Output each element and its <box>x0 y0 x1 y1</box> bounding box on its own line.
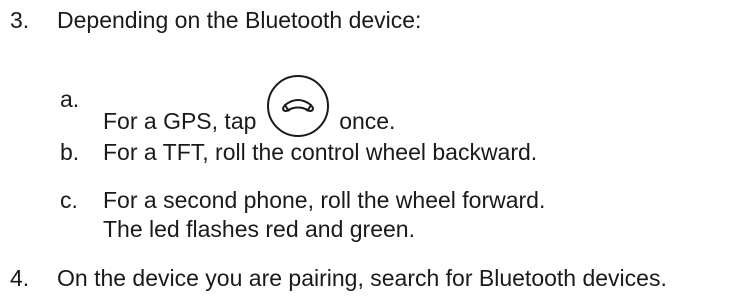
step-4: 4. On the device you are pairing, search… <box>0 264 752 294</box>
substep-text-after: once. <box>339 108 396 134</box>
step-number: 4. <box>10 265 30 291</box>
substep-letter: b. <box>60 139 80 165</box>
substep-text: For a second phone, roll the wheel forwa… <box>103 187 546 213</box>
substep-letter: a. <box>60 86 80 112</box>
substep-c: c. For a second phone, roll the wheel fo… <box>0 186 752 246</box>
step-text: On the device you are pairing, search fo… <box>57 265 667 291</box>
step-number: 3. <box>10 7 30 33</box>
substep-b: b. For a TFT, roll the control wheel bac… <box>0 138 752 168</box>
substep-a: a. For a GPS, tap once. <box>0 75 752 145</box>
substep-text-before: For a GPS, tap <box>103 108 257 134</box>
step-text: Depending on the Bluetooth device: <box>57 7 422 33</box>
substep-letter: c. <box>60 187 78 213</box>
substep-note: The led flashes red and green. <box>103 216 415 242</box>
substep-text: For a TFT, roll the control wheel backwa… <box>103 139 538 165</box>
